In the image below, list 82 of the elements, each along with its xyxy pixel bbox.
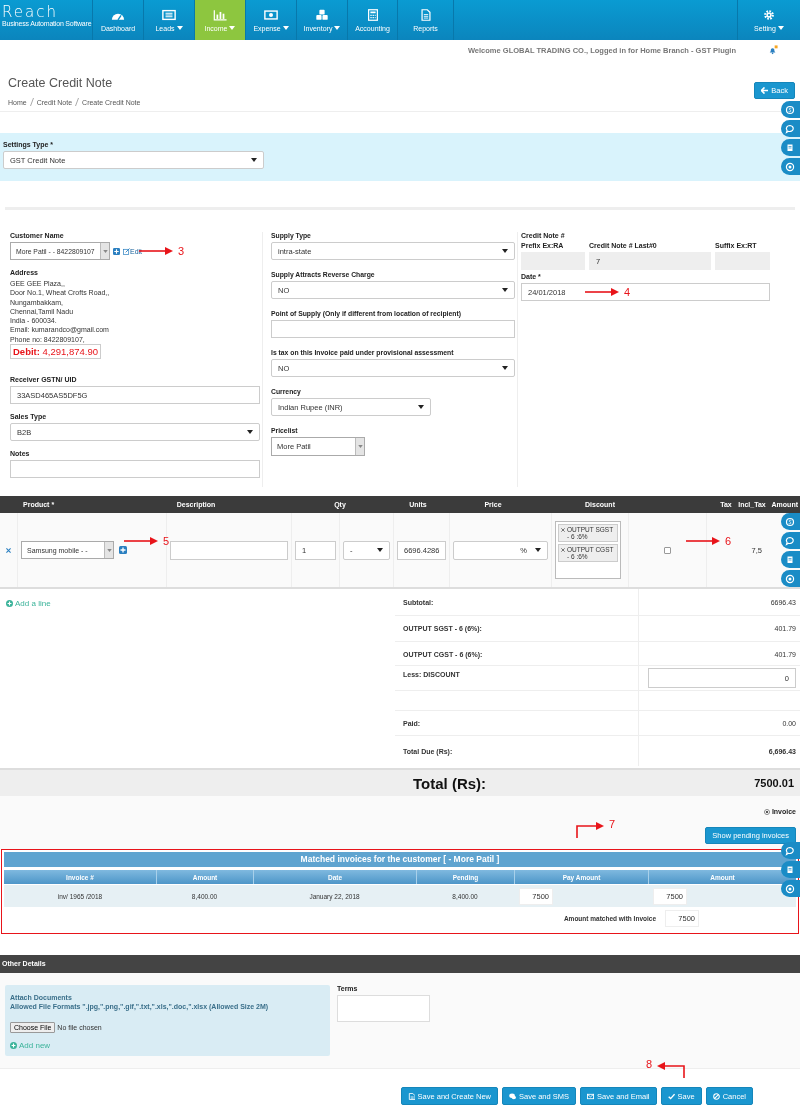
chat-icon[interactable]	[785, 845, 795, 856]
panel-title: Matched invoices for the customer [ - More Patil ]	[4, 852, 796, 868]
document-icon	[407, 1092, 415, 1100]
edit-icon	[123, 247, 130, 255]
separator-icon	[29, 98, 34, 106]
annotation-arrow	[657, 1062, 686, 1078]
caret-icon	[502, 366, 508, 370]
annotation-number: 7	[609, 818, 616, 830]
plus-icon[interactable]	[113, 247, 120, 255]
annotation-number: 6	[725, 535, 732, 547]
plus-icon[interactable]	[119, 546, 127, 555]
arrow-left-icon	[761, 87, 769, 94]
settings-icon	[763, 8, 775, 21]
side-button[interactable]	[781, 551, 800, 568]
target-icon[interactable]	[785, 161, 795, 172]
annotation-arrow	[124, 536, 158, 546]
note-icon[interactable]	[785, 142, 795, 153]
annotation-number: 5	[163, 535, 170, 547]
dropdown-toggle[interactable]	[104, 542, 113, 559]
chat-icon[interactable]	[785, 535, 795, 546]
chat-icon[interactable]	[785, 123, 795, 134]
description-field[interactable]	[170, 540, 288, 560]
remove-icon[interactable]	[6, 547, 11, 553]
bell-icon[interactable]	[768, 45, 778, 55]
target-icon[interactable]	[785, 883, 795, 894]
target-icon[interactable]	[785, 573, 795, 584]
text-field[interactable]	[10, 460, 260, 479]
annotation-number: 8	[646, 1058, 653, 1070]
caret-icon	[357, 445, 363, 448]
list-icon	[162, 8, 176, 21]
plus-circle-icon	[10, 1042, 17, 1050]
cubes-icon	[315, 8, 329, 21]
side-button[interactable]	[781, 158, 800, 175]
logo-text: Reach	[2, 5, 59, 19]
annotation-number: 3	[178, 245, 185, 257]
caret-icon	[377, 548, 383, 553]
caret-icon	[502, 249, 508, 253]
banknote-icon	[264, 8, 278, 21]
terms-field[interactable]	[337, 995, 430, 1023]
bar-chart-icon	[213, 8, 227, 21]
grand-total-value: 7500.01	[754, 777, 794, 790]
check-icon	[667, 1092, 675, 1100]
side-button[interactable]	[781, 101, 800, 118]
side-button[interactable]	[781, 532, 800, 549]
remove-icon[interactable]	[561, 528, 565, 533]
caret-icon	[502, 288, 508, 292]
side-button[interactable]	[781, 139, 800, 156]
side-button[interactable]	[781, 842, 800, 859]
debit-box: Debit: 4,291,874.90	[10, 344, 102, 360]
caret-icon	[251, 158, 257, 162]
chat-icon	[508, 1092, 516, 1100]
note-icon[interactable]	[785, 554, 795, 565]
caret-icon	[418, 405, 424, 409]
separator-icon	[75, 98, 80, 106]
plus-circle-icon	[6, 600, 13, 608]
contact-icon[interactable]	[785, 516, 795, 527]
document-icon	[418, 8, 433, 21]
side-button[interactable]	[781, 513, 800, 530]
caret-icon	[535, 548, 541, 553]
side-button[interactable]	[781, 861, 800, 878]
caret-icon	[247, 430, 253, 435]
remove-icon[interactable]	[561, 548, 565, 553]
page-title: Create Credit Note	[8, 76, 114, 90]
note-icon[interactable]	[785, 864, 795, 875]
cancel-icon	[712, 1092, 720, 1100]
annotation-number: 4	[624, 286, 631, 298]
annotation-arrow	[686, 536, 720, 546]
contact-icon[interactable]	[785, 104, 795, 115]
annotation-arrow	[576, 822, 604, 838]
calculator-icon	[365, 8, 380, 21]
side-button[interactable]	[781, 570, 800, 587]
caret-icon	[106, 548, 112, 552]
grand-total-label: Total (Rs):	[413, 774, 487, 792]
text-field[interactable]	[271, 320, 515, 338]
dropdown-toggle[interactable]	[100, 243, 109, 259]
annotation-arrow	[585, 287, 619, 297]
side-button[interactable]	[781, 120, 800, 137]
checkbox[interactable]	[664, 546, 671, 554]
caret-icon	[102, 249, 108, 253]
side-button[interactable]	[781, 880, 800, 897]
dropdown-toggle[interactable]	[355, 438, 364, 455]
envelope-icon	[587, 1092, 594, 1100]
